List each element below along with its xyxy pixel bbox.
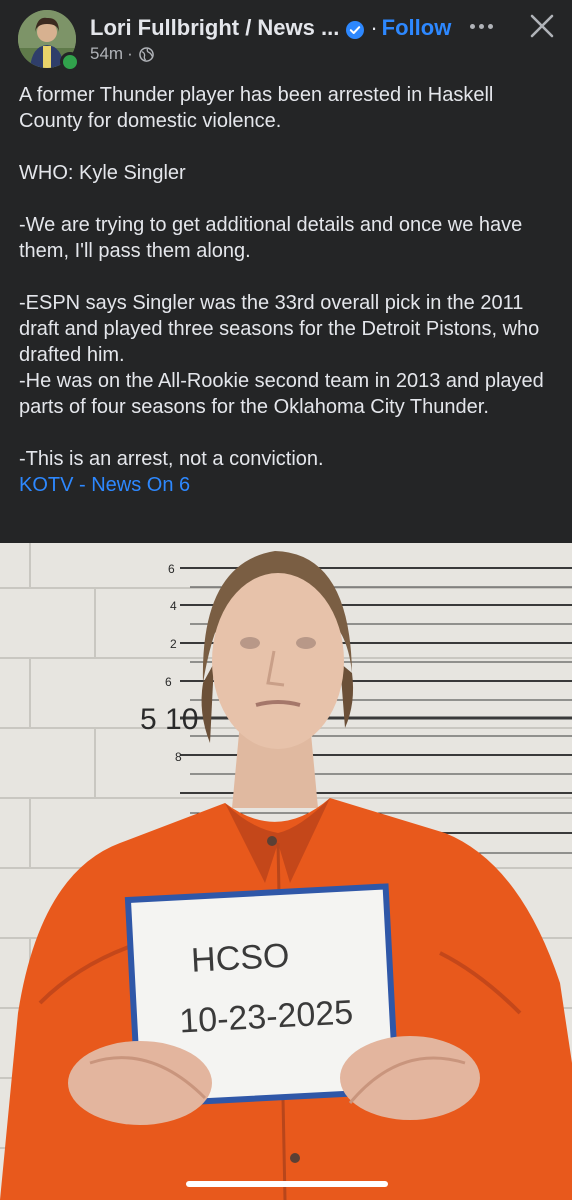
post-body: A former Thunder player has been arreste… bbox=[19, 82, 559, 498]
more-dot bbox=[487, 23, 493, 29]
height-mark: 4 bbox=[170, 599, 177, 613]
more-dot bbox=[478, 23, 484, 29]
height-mark-main: 5 10 bbox=[140, 703, 198, 736]
post-timestamp[interactable]: 54m bbox=[90, 44, 123, 64]
post-line: A former Thunder player has been arreste… bbox=[19, 84, 494, 132]
post-line: -He was on the All-Rookie second team in… bbox=[19, 370, 544, 418]
height-mark: 2 bbox=[170, 637, 177, 651]
close-icon[interactable] bbox=[528, 12, 556, 40]
height-mark: 6 bbox=[165, 675, 172, 689]
online-status-dot bbox=[60, 52, 80, 72]
follow-button[interactable]: Follow bbox=[382, 15, 452, 41]
post-line: -We are trying to get additional details… bbox=[19, 214, 523, 262]
post-header: Lori Fullbright / News ... · Follow 54m … bbox=[0, 0, 572, 78]
globe-icon bbox=[138, 46, 154, 62]
meta-separator: · bbox=[127, 44, 133, 63]
sign-text: HCSO bbox=[190, 937, 290, 980]
more-options-icon[interactable] bbox=[466, 14, 496, 38]
header-separator: · bbox=[370, 15, 378, 40]
verified-badge-icon bbox=[346, 19, 365, 39]
post-meta: 54m · bbox=[90, 44, 154, 64]
author-name[interactable]: Lori Fullbright / News ... bbox=[90, 15, 339, 41]
source-link[interactable]: KOTV - News On 6 bbox=[19, 472, 559, 498]
height-mark: 8 bbox=[175, 750, 182, 764]
mugshot-photo[interactable]: 6 4 2 6 5 10 8 HCSO 10-23-2025 bbox=[0, 543, 572, 1200]
post-line: WHO: Kyle Singler bbox=[19, 162, 186, 184]
author-row: Lori Fullbright / News ... · Follow bbox=[90, 13, 451, 43]
post-line: -ESPN says Singler was the 33rd overall … bbox=[19, 292, 540, 366]
post-line: -This is an arrest, not a conviction. bbox=[19, 448, 324, 470]
height-mark: 6 bbox=[168, 562, 175, 576]
home-indicator[interactable] bbox=[186, 1181, 388, 1187]
more-dot bbox=[469, 23, 475, 29]
